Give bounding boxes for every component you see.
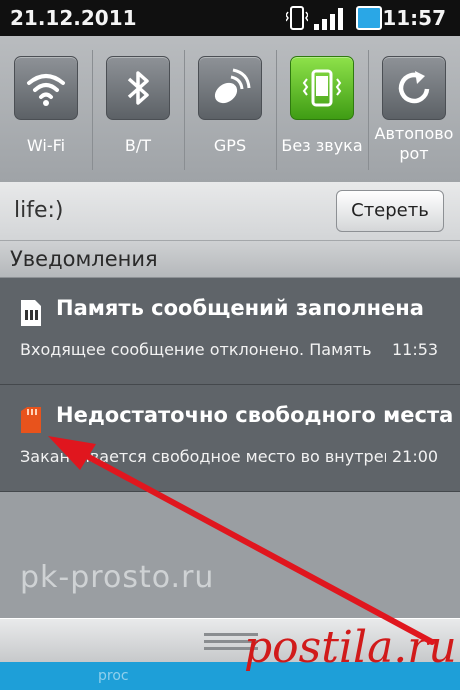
rotate-icon — [398, 71, 430, 104]
signal-icon — [312, 4, 352, 36]
notification-title: Недостаточно свободного места — [56, 403, 454, 427]
toggle-gps[interactable]: GPS — [184, 36, 276, 182]
toggle-label-gps: GPS — [213, 136, 247, 155]
silent-toggle-button[interactable] — [290, 56, 354, 120]
quick-settings-panel: Wi-Fi B/T GPS Без звука Автопово рот — [0, 36, 460, 183]
toggle-silent[interactable]: Без звука — [276, 36, 368, 182]
sim-card-icon — [18, 298, 44, 332]
notification-time: 11:53 — [392, 340, 439, 359]
toggle-label-silent: Без звука — [281, 136, 363, 155]
autorotate-toggle-button[interactable] — [382, 56, 446, 120]
wifi-icon — [27, 74, 65, 106]
notification-text: Входящее сообщение отклонено. Память — [20, 340, 372, 359]
notification-item[interactable]: Память сообщений заполнена Входящее сооб… — [0, 278, 460, 385]
bottom-text: proc — [98, 668, 129, 684]
vibrate-phone-icon — [302, 69, 342, 107]
status-bar: 21.12.2011 11:57 — [0, 0, 460, 36]
toggle-label-wifi: Wi-Fi — [26, 136, 66, 155]
watermark: pk-prosto.ru — [20, 560, 215, 595]
operator-row: life:) Стереть — [0, 182, 460, 241]
operator-name: life:) — [14, 198, 64, 223]
empty-area — [0, 492, 460, 618]
notification-item[interactable]: Недостаточно свободного места Заканчивае… — [0, 385, 460, 492]
toggle-label-autorotate-line1: Автопово — [374, 124, 454, 143]
brand-watermark: postila.ru — [244, 622, 457, 673]
status-date: 21.12.2011 — [10, 6, 137, 30]
notification-time: 21:00 — [392, 447, 439, 466]
notifications-header: Уведомления — [0, 241, 460, 278]
notifications-title: Уведомления — [10, 247, 158, 271]
wifi-toggle-button[interactable] — [14, 56, 78, 120]
toggle-label-autorotate: Автопово рот — [368, 124, 460, 164]
gps-toggle-button[interactable] — [198, 56, 262, 120]
notification-text: Заканчивается свободное место во внутрен… — [20, 447, 386, 466]
gps-icon — [214, 68, 251, 104]
vibrate-status-icon — [285, 4, 309, 36]
bluetooth-icon — [127, 71, 149, 105]
sd-card-icon — [18, 405, 44, 439]
toggle-label-autorotate-line2: рот — [399, 144, 429, 163]
toggle-wifi[interactable]: Wi-Fi — [0, 36, 92, 182]
toggle-label-bluetooth: B/T — [124, 136, 152, 155]
bluetooth-toggle-button[interactable] — [106, 56, 170, 120]
toggle-bluetooth[interactable]: B/T — [92, 36, 184, 182]
status-time: 11:57 — [382, 6, 446, 30]
notification-title: Память сообщений заполнена — [56, 296, 424, 320]
toggle-autorotate[interactable]: Автопово рот — [368, 36, 460, 182]
clear-button[interactable]: Стереть — [336, 190, 444, 232]
battery-icon — [356, 4, 382, 36]
